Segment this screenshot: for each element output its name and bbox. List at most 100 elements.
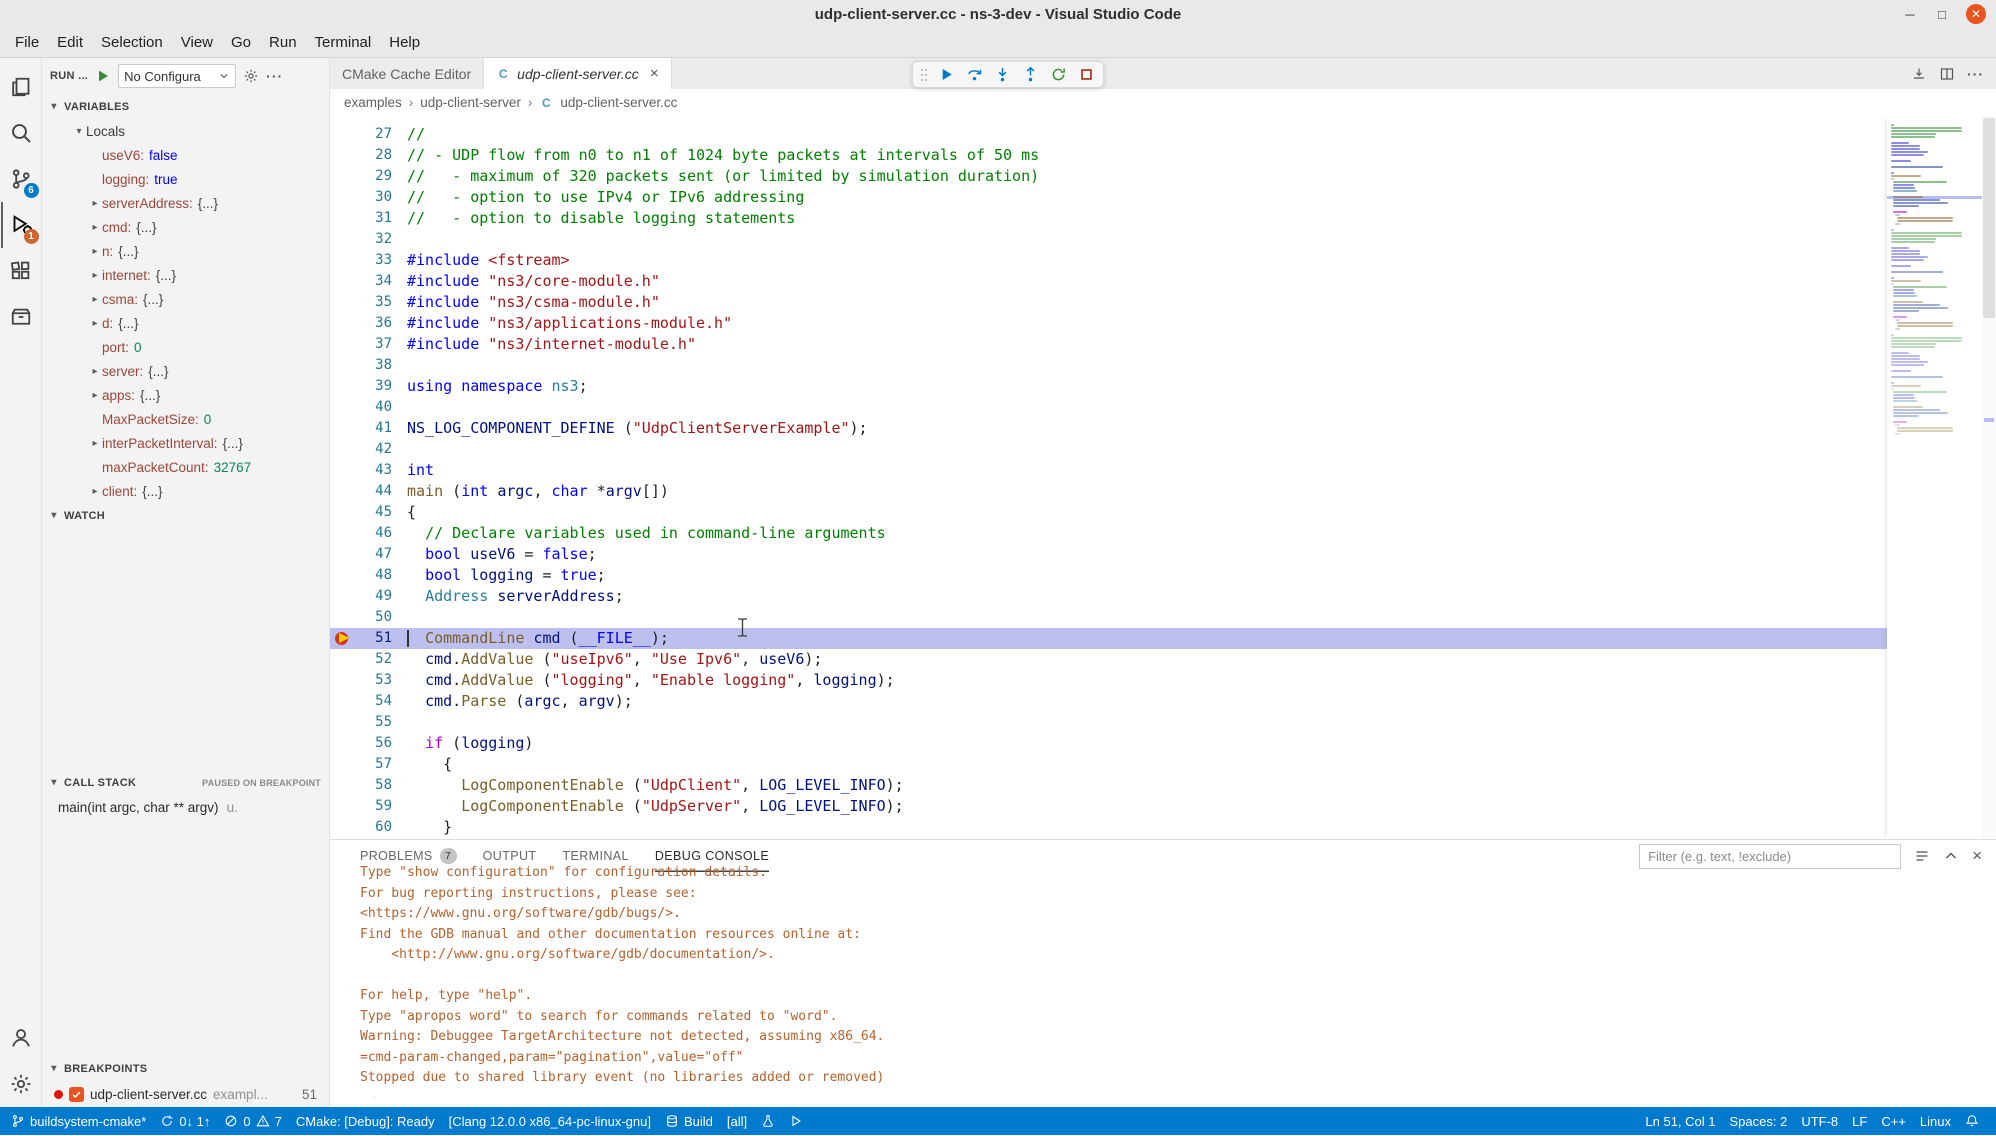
variables-section-header[interactable]: ▾ VARIABLES bbox=[42, 94, 329, 119]
variable-row-client[interactable]: ▸client:{...} bbox=[42, 479, 329, 503]
variable-row-interPacketInterval[interactable]: ▸interPacketInterval:{...} bbox=[42, 431, 329, 455]
code-line-37[interactable]: 37#include "ns3/internet-module.h" bbox=[330, 334, 1887, 355]
code-line-48[interactable]: 48 bool logging = true; bbox=[330, 565, 1887, 586]
breakpoint-gutter[interactable] bbox=[330, 544, 356, 565]
breakpoint-gutter[interactable] bbox=[330, 418, 356, 439]
breakpoint-gutter[interactable] bbox=[330, 523, 356, 544]
menu-edit[interactable]: Edit bbox=[48, 28, 92, 57]
code-line-36[interactable]: 36#include "ns3/applications-module.h" bbox=[330, 313, 1887, 334]
variable-row-MaxPacketSize[interactable]: MaxPacketSize:0 bbox=[42, 407, 329, 431]
breakpoint-gutter[interactable] bbox=[330, 250, 356, 271]
breakpoint-gutter[interactable] bbox=[330, 565, 356, 586]
encoding[interactable]: UTF-8 bbox=[1794, 1107, 1845, 1135]
launch-config-dropdown[interactable]: No Configura bbox=[118, 64, 236, 88]
step-into-button[interactable] bbox=[989, 63, 1015, 87]
open-changes-icon[interactable] bbox=[1911, 66, 1927, 82]
code-line-40[interactable]: 40 bbox=[330, 397, 1887, 418]
menu-help[interactable]: Help bbox=[380, 28, 429, 57]
variable-row-logging[interactable]: logging:true bbox=[42, 167, 329, 191]
variable-row-internet[interactable]: ▸internet:{...} bbox=[42, 263, 329, 287]
menu-terminal[interactable]: Terminal bbox=[306, 28, 381, 57]
code-line-32[interactable]: 32 bbox=[330, 229, 1887, 250]
run-debug-icon[interactable]: 1 bbox=[1, 202, 41, 248]
breakpoint-gutter[interactable] bbox=[330, 355, 356, 376]
breakpoint-gutter[interactable] bbox=[330, 586, 356, 607]
clear-console-icon[interactable] bbox=[1914, 848, 1930, 864]
menu-selection[interactable]: Selection bbox=[92, 28, 172, 57]
breakpoint-gutter[interactable] bbox=[330, 817, 356, 838]
code-line-56[interactable]: 56 if (logging) bbox=[330, 733, 1887, 754]
breakpoint-gutter[interactable] bbox=[330, 796, 356, 817]
minimize-button[interactable]: ─ bbox=[1902, 7, 1918, 22]
language-mode[interactable]: C++ bbox=[1874, 1107, 1913, 1135]
menu-run[interactable]: Run bbox=[260, 28, 306, 57]
cursor-position[interactable]: Ln 51, Col 1 bbox=[1638, 1107, 1722, 1135]
breakpoint-gutter[interactable] bbox=[330, 229, 356, 250]
code-line-33[interactable]: 33#include <fstream> bbox=[330, 250, 1887, 271]
breakpoint-gutter[interactable] bbox=[330, 502, 356, 523]
call-stack-section-header[interactable]: ▾ CALL STACK PAUSED ON BREAKPOINT bbox=[42, 770, 329, 795]
breakpoint-gutter[interactable] bbox=[330, 691, 356, 712]
watch-section-header[interactable]: ▾ WATCH bbox=[42, 503, 329, 528]
minimap[interactable] bbox=[1887, 116, 1982, 839]
problems-status[interactable]: 07 bbox=[217, 1107, 288, 1135]
build-button[interactable]: Build bbox=[658, 1107, 720, 1135]
breakpoint-gutter[interactable] bbox=[330, 838, 356, 839]
variable-row-useV6[interactable]: useV6:false bbox=[42, 143, 329, 167]
code-line-57[interactable]: 57 { bbox=[330, 754, 1887, 775]
debug-console[interactable]: Type "show configuration" for configurat… bbox=[330, 863, 1996, 1098]
code-line-45[interactable]: 45{ bbox=[330, 502, 1887, 523]
variable-row-maxPacketCount[interactable]: maxPacketCount:32767 bbox=[42, 455, 329, 479]
overview-ruler[interactable] bbox=[1982, 116, 1996, 839]
indentation[interactable]: Spaces: 2 bbox=[1723, 1107, 1795, 1135]
close-button[interactable]: ✕ bbox=[1966, 4, 1986, 24]
explorer-icon[interactable] bbox=[1, 64, 41, 110]
variable-row-apps[interactable]: ▸apps:{...} bbox=[42, 383, 329, 407]
kit-status[interactable]: [Clang 12.0.0 x86_64-pc-linux-gnu] bbox=[442, 1107, 658, 1135]
code-line-60[interactable]: 60 } bbox=[330, 817, 1887, 838]
variable-row-d[interactable]: ▸d:{...} bbox=[42, 311, 329, 335]
breakpoint-gutter[interactable] bbox=[330, 397, 356, 418]
code-line-54[interactable]: 54 cmd.Parse (argc, argv); bbox=[330, 691, 1887, 712]
code-line-61[interactable]: 61 bbox=[330, 838, 1887, 839]
build-target[interactable]: [all] bbox=[720, 1107, 754, 1135]
notifications-bell[interactable] bbox=[1958, 1107, 1986, 1135]
variables-scope-locals[interactable]: ▾Locals bbox=[42, 119, 329, 143]
code-line-53[interactable]: 53 cmd.AddValue ("logging", "Enable logg… bbox=[330, 670, 1887, 691]
breakpoint-gutter[interactable] bbox=[330, 628, 356, 649]
code-line-29[interactable]: 29// - maximum of 320 packets sent (or l… bbox=[330, 166, 1887, 187]
drag-handle-icon[interactable] bbox=[917, 63, 931, 87]
launch-button[interactable] bbox=[782, 1107, 810, 1135]
code-line-43[interactable]: 43int bbox=[330, 460, 1887, 481]
variable-row-port[interactable]: port:0 bbox=[42, 335, 329, 359]
console-prompt[interactable]: > bbox=[360, 1092, 1996, 1099]
variable-row-cmd[interactable]: ▸cmd:{...} bbox=[42, 215, 329, 239]
maximize-button[interactable]: □ bbox=[1934, 7, 1950, 22]
code-editor[interactable]: 27//28// - UDP flow from n0 to n1 of 102… bbox=[330, 116, 1996, 839]
step-over-button[interactable] bbox=[961, 63, 987, 87]
tab-cmake-cache-editor[interactable]: CMake Cache Editor bbox=[330, 58, 484, 89]
code-line-35[interactable]: 35#include "ns3/csma-module.h" bbox=[330, 292, 1887, 313]
code-line-30[interactable]: 30// - option to use IPv4 or IPv6 addres… bbox=[330, 187, 1887, 208]
variable-row-serverAddress[interactable]: ▸serverAddress:{...} bbox=[42, 191, 329, 215]
breakpoint-gutter[interactable] bbox=[330, 166, 356, 187]
breakpoint-gutter[interactable] bbox=[330, 754, 356, 775]
code-line-39[interactable]: 39using namespace ns3; bbox=[330, 376, 1887, 397]
restart-button[interactable] bbox=[1045, 63, 1071, 87]
ctest-button[interactable] bbox=[754, 1107, 782, 1135]
code-line-34[interactable]: 34#include "ns3/core-module.h" bbox=[330, 271, 1887, 292]
code-line-31[interactable]: 31// - option to disable logging stateme… bbox=[330, 208, 1887, 229]
stop-button[interactable] bbox=[1073, 63, 1099, 87]
maximize-panel-icon[interactable] bbox=[1943, 848, 1959, 864]
source-control-icon[interactable]: 6 bbox=[1, 156, 41, 202]
step-out-button[interactable] bbox=[1017, 63, 1043, 87]
breakpoint-gutter[interactable] bbox=[330, 271, 356, 292]
breakpoint-gutter[interactable] bbox=[330, 670, 356, 691]
code-line-46[interactable]: 46 // Declare variables used in command-… bbox=[330, 523, 1887, 544]
code-line-38[interactable]: 38 bbox=[330, 355, 1887, 376]
breakpoint-checkbox[interactable] bbox=[69, 1087, 84, 1102]
breadcrumb-file[interactable]: udp-client-server.cc bbox=[560, 95, 677, 110]
stack-frame-row[interactable]: main(int argc, char ** argv) u. bbox=[42, 795, 329, 819]
code-line-27[interactable]: 27// bbox=[330, 124, 1887, 145]
breakpoint-gutter[interactable] bbox=[330, 208, 356, 229]
